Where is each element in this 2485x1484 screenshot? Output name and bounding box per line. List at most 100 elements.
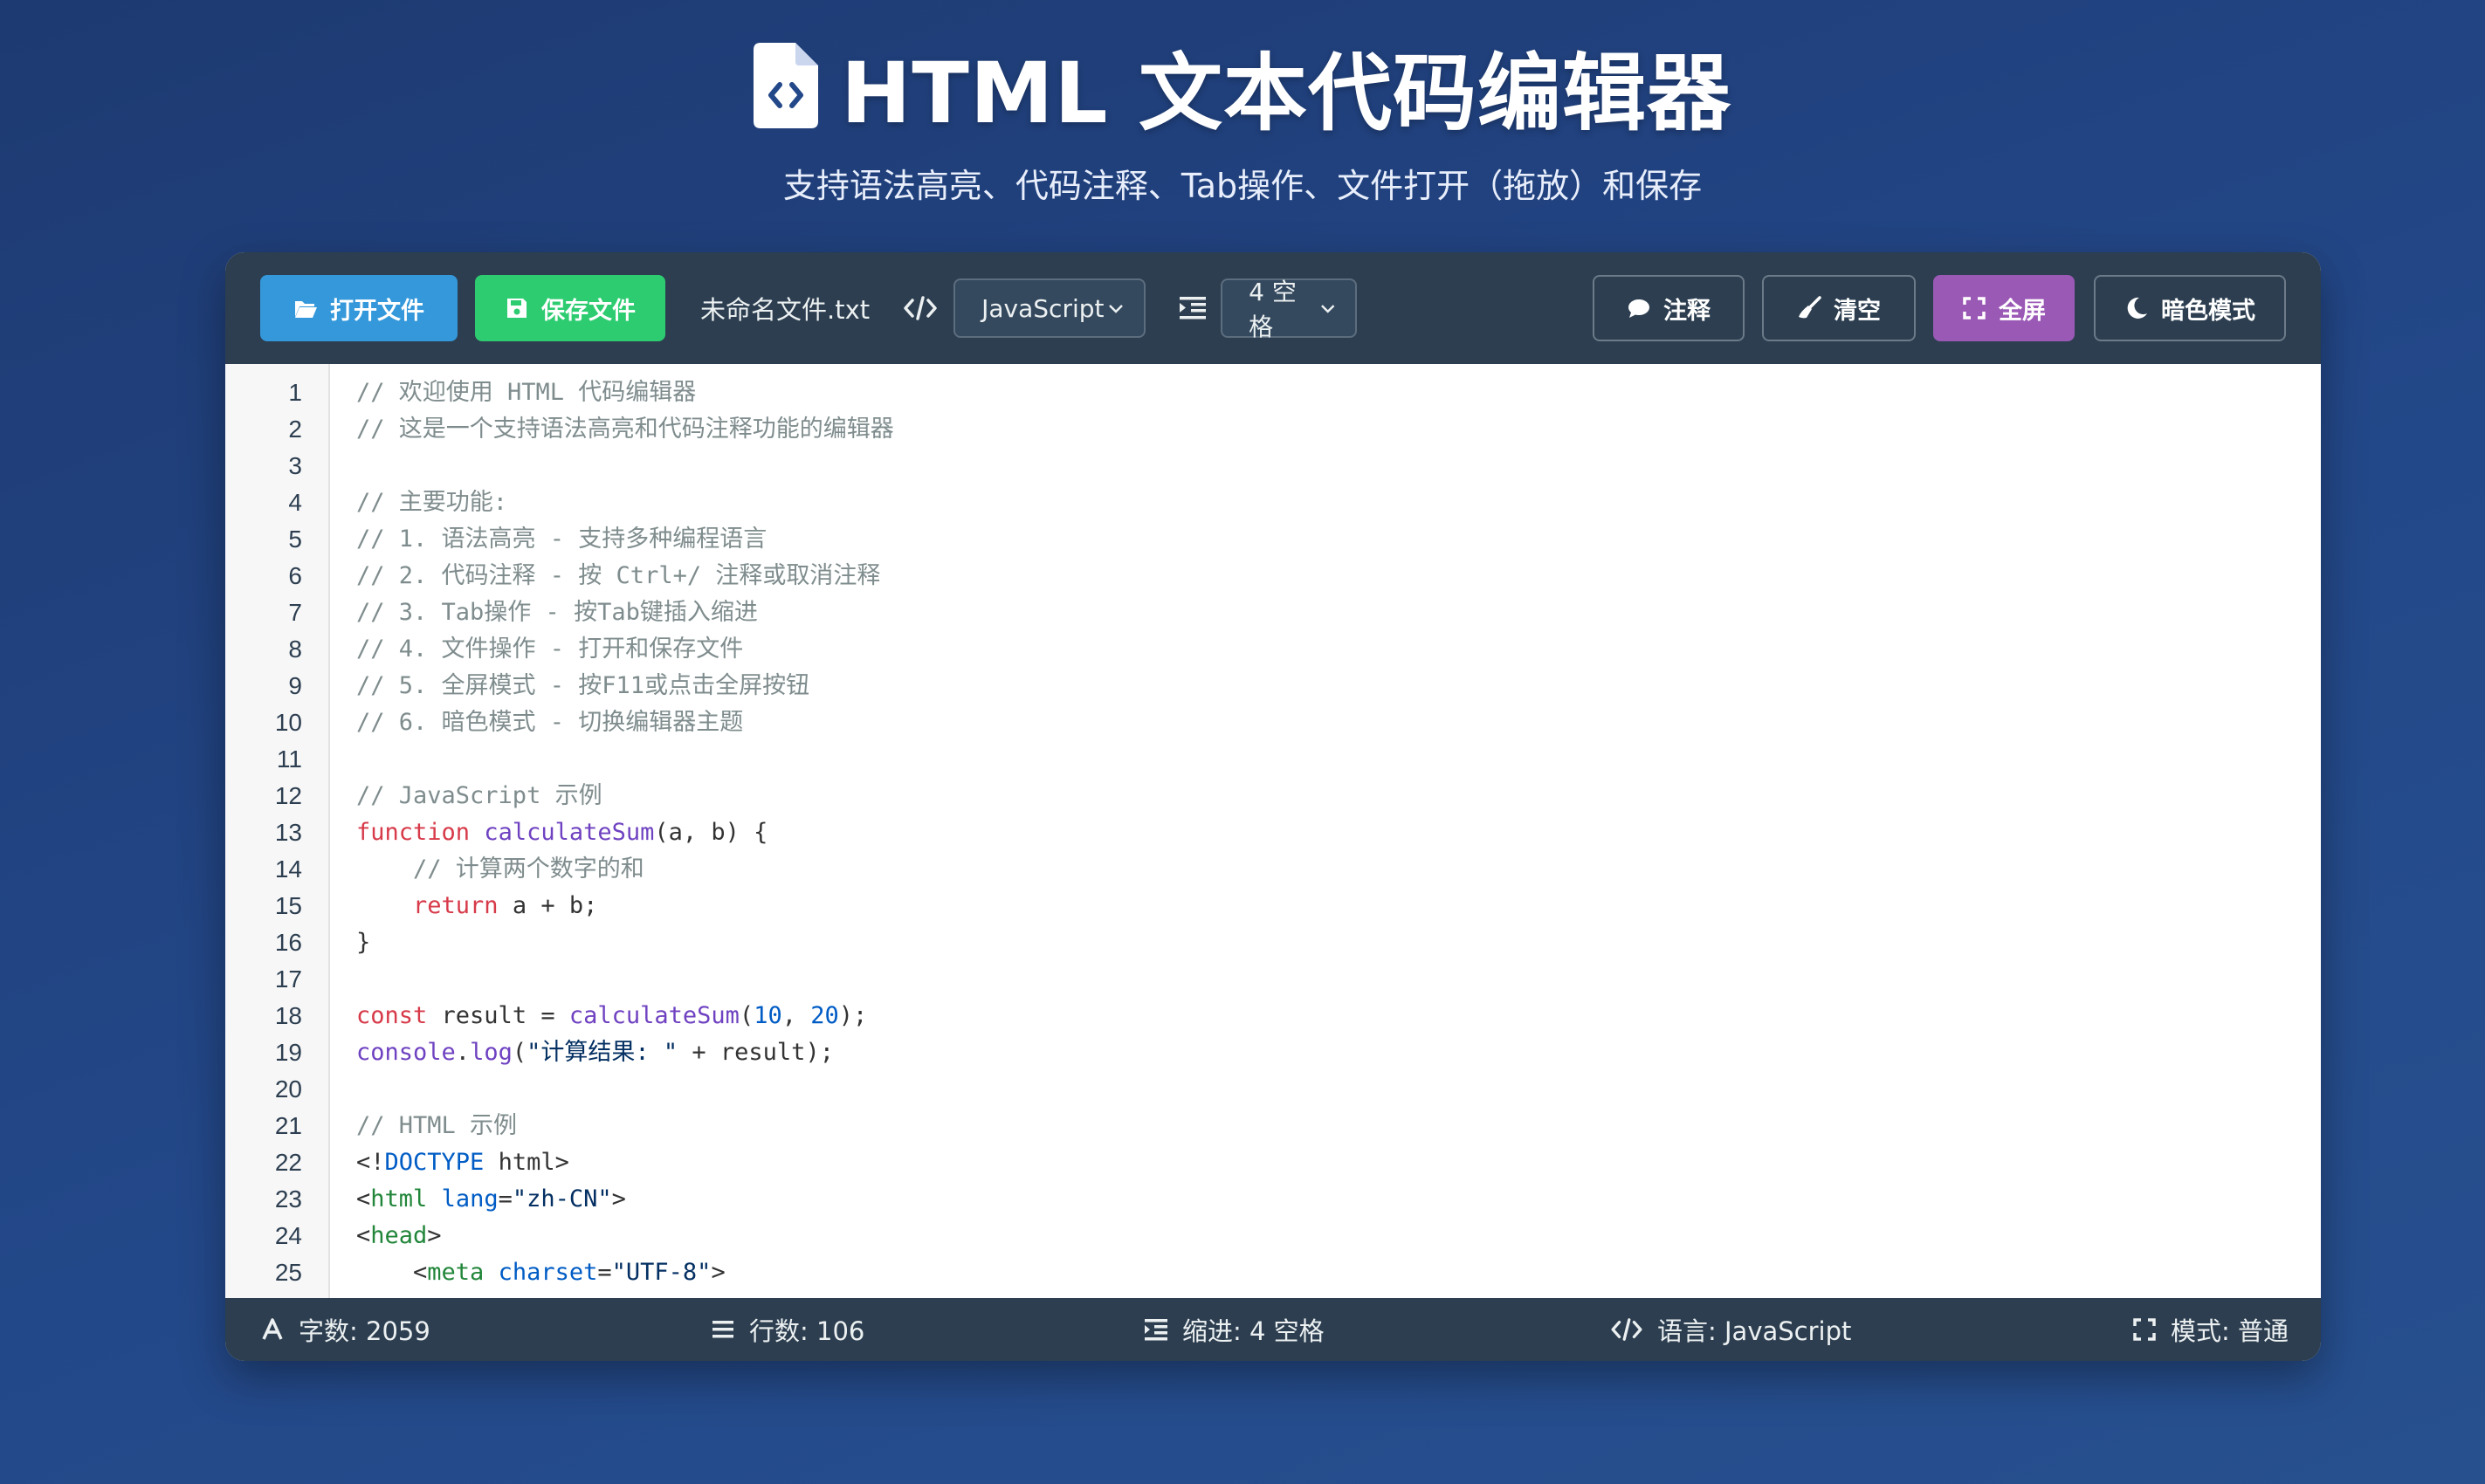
folder-open-icon — [295, 301, 317, 318]
code-token: // 1. 语法高亮 - 支持多种编程语言 — [356, 526, 768, 553]
code-line: // 欢迎使用 HTML 代码编辑器 — [356, 374, 2295, 411]
code-token: // 这是一个支持语法高亮和代码注释功能的编辑器 — [356, 416, 894, 443]
line-count: 行数: 106 — [711, 1298, 864, 1361]
code-token: const — [356, 1002, 428, 1029]
language-status: 语言: JavaScript — [1610, 1298, 1851, 1361]
indent-select[interactable]: 4 空格 — [1221, 278, 1358, 341]
code-line: // 主要功能: — [356, 484, 2295, 521]
line-number: 21 — [274, 1112, 302, 1139]
comment-icon — [1628, 299, 1649, 318]
line-number: 12 — [274, 782, 302, 809]
line-number: 17 — [274, 965, 302, 993]
save-icon — [507, 299, 527, 318]
code-line: <html lang="zh-CN"> — [356, 1181, 2295, 1218]
clear-label: 清空 — [1834, 297, 1881, 325]
code-file-icon — [754, 43, 819, 128]
code-line: function calculateSum(a, b) { — [356, 814, 2295, 851]
fullscreen-label: 全屏 — [1999, 297, 2046, 325]
code-line: // JavaScript 示例 — [356, 778, 2295, 814]
code-token: calculateSum — [484, 819, 655, 846]
code-line: <!DOCTYPE html> — [356, 1144, 2295, 1181]
broom-icon — [1799, 296, 1821, 319]
code-token: result = — [427, 1002, 569, 1029]
indent-select-value: 4 空格 — [1249, 278, 1297, 341]
code-line: console.log("计算结果: " + result); — [356, 1034, 2295, 1071]
line-number: 15 — [274, 892, 302, 919]
moon-icon — [2127, 297, 2147, 319]
dark-mode-button[interactable]: 暗色模式 — [2094, 275, 2286, 341]
code-token: // 4. 文件操作 - 打开和保存文件 — [356, 636, 744, 663]
indent-icon — [1145, 1319, 1167, 1341]
code-token: } — [356, 929, 371, 956]
indent-icon — [1180, 297, 1207, 319]
code-token: html> — [484, 1149, 569, 1176]
code-token: // HTML 示例 — [356, 1112, 518, 1139]
font-icon — [262, 1318, 283, 1340]
code-line: // 5. 全屏模式 - 按F11或点击全屏按钮 — [356, 668, 2295, 704]
code-icon — [904, 296, 937, 320]
code-token: = — [597, 1259, 612, 1286]
code-line: // 计算两个数字的和 — [356, 851, 2295, 888]
comment-button[interactable]: 注释 — [1593, 275, 1745, 341]
code-line: // 4. 文件操作 - 打开和保存文件 — [356, 631, 2295, 668]
code-token: html — [370, 1185, 428, 1213]
mode-status: 模式: 普通 — [2132, 1298, 2289, 1361]
code-token: > — [611, 1185, 626, 1213]
chevron-down-icon — [1320, 305, 1335, 313]
code-line: // 1. 语法高亮 - 支持多种编程语言 — [356, 521, 2295, 558]
line-number: 4 — [288, 489, 302, 516]
file-name: 未命名文件.txt — [700, 295, 871, 325]
save-file-button[interactable]: 保存文件 — [475, 275, 665, 341]
code-token: lang — [441, 1185, 499, 1213]
code-editor[interactable]: 1 2 3 4 5 6 7 8 9 10 11 12 13 14 15 16 17 18 19 20 21 22 23 24 2… — [225, 364, 2321, 1298]
clear-button[interactable]: 清空 — [1762, 275, 1916, 341]
code-line: } — [356, 924, 2295, 961]
code-token: // 主要功能: — [356, 489, 508, 516]
code-icon — [1611, 1318, 1642, 1341]
indent-status-text: 缩进: 4 空格 — [1182, 1316, 1325, 1346]
code-token: (a, b) { — [654, 819, 768, 846]
code-line: <meta charset="UTF-8"> — [356, 1254, 2295, 1291]
line-number-gutter: 1 2 3 4 5 6 7 8 9 10 11 12 13 14 15 16 17 18 19 20 21 22 23 24 2… — [225, 364, 330, 1298]
page-subtitle: 支持语法高亮、代码注释、Tab操作、文件打开（拖放）和保存 — [782, 167, 1703, 205]
code-token: . — [455, 1039, 471, 1066]
mode-status-text: 模式: 普通 — [2171, 1316, 2289, 1346]
line-number: 8 — [288, 636, 302, 663]
language-status-text: 语言: JavaScript — [1657, 1316, 1852, 1346]
save-file-label: 保存文件 — [541, 297, 636, 325]
code-token: > — [427, 1222, 442, 1249]
fullscreen-button[interactable]: 全屏 — [1933, 275, 2075, 341]
code-token: ( — [512, 1039, 527, 1066]
open-file-button[interactable]: 打开文件 — [260, 275, 458, 341]
line-number: 1 — [288, 379, 302, 406]
chevron-down-icon — [1109, 305, 1124, 313]
code-token: calculateSum — [568, 1002, 740, 1029]
comment-label: 注释 — [1663, 297, 1711, 325]
code-line: return a + b; — [356, 888, 2295, 924]
line-number: 19 — [274, 1039, 302, 1066]
line-number: 6 — [288, 562, 302, 589]
line-number: 14 — [274, 855, 302, 883]
code-token: // 2. 代码注释 - 按 Ctrl+/ 注释或取消注释 — [356, 562, 881, 589]
code-line: // 3. Tab操作 - 按Tab键插入缩进 — [356, 594, 2295, 631]
code-content[interactable]: // 欢迎使用 HTML 代码编辑器 // 这是一个支持语法高亮和代码注释功能的编… — [356, 374, 2295, 1291]
code-line: // 6. 暗色模式 - 切换编辑器主题 — [356, 704, 2295, 741]
code-token: // JavaScript 示例 — [356, 782, 602, 809]
page-header: HTML 文本代码编辑器 支持语法高亮、代码注释、Tab操作、文件打开（拖放）和… — [0, 33, 2485, 207]
language-select[interactable]: JavaScript — [953, 278, 1146, 338]
line-count-text: 行数: 106 — [749, 1316, 865, 1346]
editor-container: 打开文件 保存文件 未命名文件.txt JavaScript 4 空格 注释 清… — [225, 252, 2321, 1361]
code-token: 10 — [754, 1002, 782, 1029]
code-line: // 2. 代码注释 - 按 Ctrl+/ 注释或取消注释 — [356, 558, 2295, 594]
code-token: log — [470, 1039, 513, 1066]
code-token: head — [370, 1222, 428, 1249]
line-number: 2 — [288, 416, 302, 443]
expand-icon — [2133, 1318, 2156, 1341]
